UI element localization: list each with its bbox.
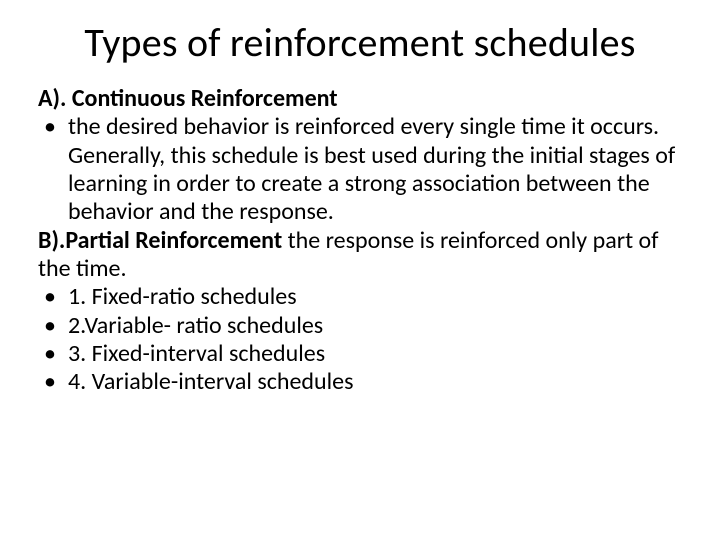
bullet-icon: •: [38, 312, 68, 340]
section-b-item-2: • 2.Variable- ratio schedules: [38, 312, 682, 340]
bullet-icon: •: [38, 113, 68, 141]
slide-body: A). Continuous Reinforcement • the desir…: [38, 85, 682, 396]
section-b-item-1: • 1. Fixed-ratio schedules: [38, 283, 682, 311]
section-a-heading: A). Continuous Reinforcement: [38, 85, 682, 113]
section-a-text: the desired behavior is reinforced every…: [68, 113, 682, 226]
section-b-item-text: 3. Fixed-interval schedules: [68, 340, 682, 368]
section-b-heading: B).Partial Reinforcement: [38, 226, 282, 255]
section-b-line: B).Partial Reinforcement the response is…: [38, 227, 682, 284]
section-b-item-text: 1. Fixed-ratio schedules: [68, 283, 682, 311]
bullet-icon: •: [38, 340, 68, 368]
section-b-item-3: • 3. Fixed-interval schedules: [38, 340, 682, 368]
bullet-icon: •: [38, 283, 68, 311]
section-b-item-text: 4. Variable-interval schedules: [68, 368, 682, 396]
bullet-icon: •: [38, 368, 68, 396]
section-b-item-text: 2.Variable- ratio schedules: [68, 312, 682, 340]
section-b-item-4: • 4. Variable-interval schedules: [38, 368, 682, 396]
slide-title: Types of reinforcement schedules: [38, 18, 682, 67]
section-a-bullet: • the desired behavior is reinforced eve…: [38, 113, 682, 226]
